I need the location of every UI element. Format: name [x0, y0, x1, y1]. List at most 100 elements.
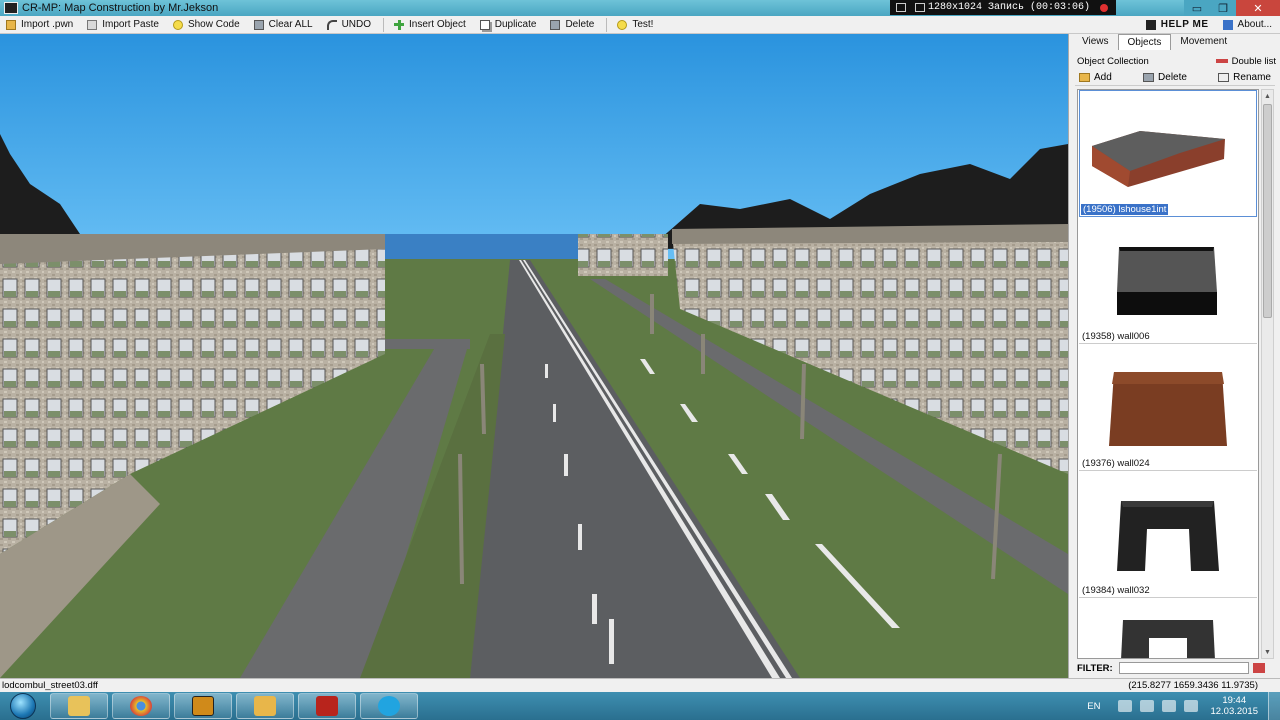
about-button[interactable]: About... — [1217, 16, 1280, 34]
status-coords: (215.8277 1659.3436 11.9735) — [1128, 680, 1258, 691]
recorder-overlay: 1280x1024 Запись (00:03:06) — [890, 0, 1116, 15]
flag-icon[interactable] — [1184, 700, 1199, 712]
object-card-19384[interactable]: (19384) wall032 — [1079, 471, 1257, 598]
minimize-button[interactable]: ▭ — [1184, 0, 1210, 16]
object-list-scrollbar[interactable]: ▲ ▼ — [1261, 89, 1274, 659]
clock[interactable]: 19:44 12.03.2015 — [1210, 695, 1258, 717]
add-button[interactable]: Add — [1075, 69, 1116, 85]
taskbar-filezilla[interactable] — [298, 693, 356, 719]
language-indicator[interactable]: EN — [1087, 701, 1100, 712]
clear-all-label: Clear ALL — [268, 19, 313, 30]
show-desktop-button[interactable] — [1268, 692, 1280, 720]
status-file: lodcombul_street03.dff — [2, 680, 98, 691]
test-button[interactable]: Test! — [611, 16, 661, 34]
delete-object-button[interactable]: Delete — [1139, 69, 1191, 85]
scrollbar-thumb[interactable] — [1263, 104, 1272, 318]
undo-icon — [326, 19, 337, 30]
object-caption: (19376) wall024 — [1082, 458, 1150, 469]
delete-label: Delete — [565, 19, 595, 30]
main-toolbar: Import .pwn Import Paste Show Code Clear… — [0, 16, 1280, 34]
insert-object-button[interactable]: Insert Object — [388, 16, 474, 34]
import-paste-label: Import Paste — [102, 19, 159, 30]
rename-button[interactable]: Rename — [1214, 69, 1275, 85]
maximize-button[interactable]: ❐ — [1210, 0, 1236, 16]
recorder-status: Запись (00:03:06) — [988, 2, 1091, 13]
tab-objects[interactable]: Objects — [1117, 34, 1172, 50]
scroll-up-icon[interactable]: ▲ — [1262, 90, 1273, 102]
taskbar-explorer[interactable] — [50, 693, 108, 719]
undo-label: UNDO — [341, 19, 372, 30]
scroll-down-icon[interactable]: ▼ — [1262, 646, 1273, 658]
taskbar-map-editor[interactable] — [174, 693, 232, 719]
duplicate-button[interactable]: Duplicate — [474, 16, 545, 34]
clear-filter-icon[interactable] — [1252, 663, 1265, 673]
network-icon[interactable] — [1140, 700, 1155, 712]
toolbar-separator — [383, 17, 385, 32]
record-icon[interactable] — [1100, 3, 1108, 12]
delete-object-label: Delete — [1158, 71, 1187, 83]
object-card-19376[interactable]: (19376) wall024 — [1079, 344, 1257, 471]
volume-icon[interactable] — [1162, 700, 1177, 712]
trash-icon — [550, 19, 561, 30]
folder-icon — [68, 696, 90, 716]
3d-viewport[interactable] — [0, 34, 1068, 678]
filter-input[interactable] — [1118, 662, 1249, 674]
filter-label: FILTER: — [1077, 662, 1113, 674]
clock-time: 19:44 — [1222, 695, 1247, 706]
status-bar: lodcombul_street03.dff (215.8277 1659.34… — [0, 678, 1280, 692]
object-card-partial[interactable] — [1079, 598, 1257, 658]
left-crosswalk — [380, 339, 470, 349]
folder-icon — [1079, 72, 1090, 82]
double-list-label: Double list — [1231, 55, 1276, 67]
folder-icon — [254, 696, 276, 716]
rename-icon — [1218, 72, 1230, 82]
delete-button[interactable]: Delete — [544, 16, 602, 34]
taskbar-skype[interactable] — [360, 693, 418, 719]
filter-row: FILTER: — [1077, 661, 1277, 675]
help-me-button[interactable]: HELP ME — [1140, 16, 1217, 34]
skype-icon — [378, 696, 400, 716]
plus-icon — [394, 19, 405, 30]
far-building — [578, 234, 668, 276]
folder-icon — [6, 19, 16, 30]
object-caption: (19506) lshouse1int — [1081, 204, 1169, 215]
object-list[interactable]: (19506) lshouse1int (19358) wall006 (193… — [1077, 89, 1259, 659]
side-panel: Views Objects Movement Object Collection… — [1068, 34, 1280, 678]
bulb-icon — [172, 19, 183, 30]
start-button[interactable] — [0, 692, 46, 720]
show-code-button[interactable]: Show Code — [167, 16, 248, 34]
object-thumbnail — [1092, 131, 1225, 187]
import-pwn-button[interactable]: Import .pwn — [0, 16, 81, 34]
duplicate-label: Duplicate — [494, 19, 537, 30]
chrome-icon — [130, 696, 152, 716]
paste-icon — [87, 19, 98, 30]
taskbar-folder[interactable] — [236, 693, 294, 719]
object-collection-label: Object Collection — [1077, 55, 1149, 67]
about-label: About... — [1237, 19, 1272, 30]
object-card-19506[interactable]: (19506) lshouse1int — [1079, 90, 1257, 217]
trash-icon — [253, 19, 264, 30]
object-thumbnail — [1121, 620, 1215, 658]
tab-movement[interactable]: Movement — [1171, 34, 1236, 50]
system-tray: EN 19:44 12.03.2015 — [1087, 692, 1280, 720]
undo-button[interactable]: UNDO — [321, 16, 379, 34]
help-me-label: HELP ME — [1160, 19, 1209, 30]
tray-arrow-icon[interactable] — [1118, 700, 1133, 712]
object-card-19358[interactable]: (19358) wall006 — [1079, 217, 1257, 344]
double-list-toggle[interactable]: Double list — [1215, 55, 1276, 67]
import-paste-button[interactable]: Import Paste — [81, 16, 167, 34]
test-label: Test! — [632, 19, 654, 30]
object-thumbnail — [1117, 247, 1217, 315]
taskbar-chrome[interactable] — [112, 693, 170, 719]
window-title: CR-MP: Map Construction by Mr.Jekson — [22, 2, 219, 14]
clear-all-button[interactable]: Clear ALL — [248, 16, 321, 34]
panel-tabs: Views Objects Movement — [1073, 34, 1236, 50]
windows-logo-icon — [10, 693, 36, 719]
close-button[interactable]: ✕ — [1236, 0, 1280, 16]
recorder-fullscreen-icon[interactable] — [915, 3, 925, 12]
tab-views[interactable]: Views — [1073, 34, 1118, 50]
duplicate-icon — [479, 19, 490, 30]
import-pwn-label: Import .pwn — [21, 19, 74, 30]
collection-actions: Add Delete Rename — [1075, 69, 1275, 86]
recorder-window-icon[interactable] — [896, 3, 906, 12]
